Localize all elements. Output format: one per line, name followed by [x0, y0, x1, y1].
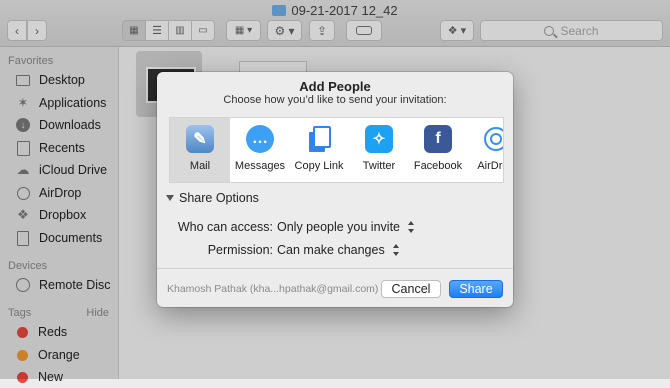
airdrop-icon — [482, 125, 503, 153]
messages-icon: … — [246, 125, 274, 153]
share-options-disclosure[interactable]: Share Options — [166, 191, 259, 205]
share-app-picker: ✎ Mail … Messages Copy Link ✧ Twitter f … — [169, 117, 504, 183]
permission-label: Permission: — [207, 243, 273, 257]
cancel-button[interactable]: Cancel — [381, 280, 441, 298]
twitter-icon: ✧ — [365, 125, 393, 153]
who-can-access-row: Who can access: Only people you invite — [157, 220, 513, 238]
account-label: Khamosh Pathak (kha...hpathak@gmail.com) — [167, 283, 379, 295]
app-option-facebook[interactable]: f Facebook — [408, 118, 468, 182]
add-people-dialog: Add People Choose how you’d like to send… — [157, 72, 513, 307]
permission-select[interactable]: Can make changes — [277, 243, 399, 257]
app-option-messages[interactable]: … Messages — [230, 118, 290, 182]
facebook-icon: f — [424, 125, 452, 153]
popup-arrows-icon — [392, 244, 399, 256]
divider — [157, 268, 513, 269]
app-option-airdrop[interactable]: AirDrop — [466, 118, 503, 182]
app-option-twitter[interactable]: ✧ Twitter — [349, 118, 409, 182]
permission-row: Permission: Can make changes — [157, 243, 513, 261]
dialog-subtitle: Choose how you’d like to send your invit… — [223, 94, 447, 106]
who-can-access-select[interactable]: Only people you invite — [277, 220, 414, 234]
mail-icon: ✎ — [186, 125, 214, 153]
dialog-title: Add People — [299, 79, 371, 94]
disclosure-triangle-icon — [166, 195, 174, 201]
copy-link-icon — [305, 125, 333, 153]
popup-arrows-icon — [408, 221, 414, 233]
who-can-access-label: Who can access: — [177, 220, 273, 234]
app-option-copy-link[interactable]: Copy Link — [289, 118, 349, 182]
app-option-mail[interactable]: ✎ Mail — [170, 118, 230, 182]
share-button[interactable]: Share — [449, 280, 503, 298]
